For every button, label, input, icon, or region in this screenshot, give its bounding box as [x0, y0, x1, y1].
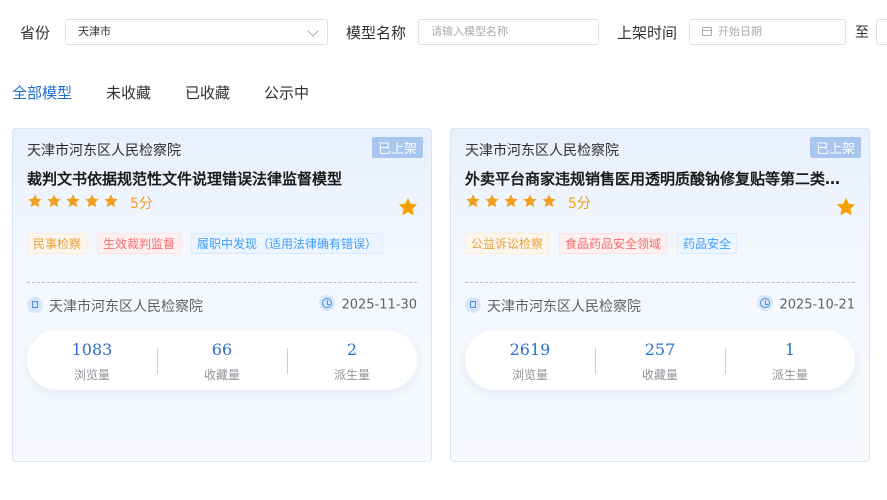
- clock-icon: [319, 295, 336, 311]
- stat-favorites: 66 收藏量: [157, 330, 287, 390]
- start-date-placeholder: 开始日期: [718, 25, 762, 38]
- star-icon: [466, 194, 480, 208]
- stat-value: 66: [211, 340, 233, 359]
- rating-stars: [27, 193, 122, 211]
- card-org: 天津市河东区人民检察院: [27, 143, 181, 159]
- start-date-input[interactable]: 开始日期: [689, 19, 846, 45]
- divider: [27, 282, 417, 283]
- stat-derived: 1 派生量: [725, 330, 855, 390]
- stat-value: 257: [644, 340, 676, 359]
- stat-views: 1083 浏览量: [27, 330, 157, 390]
- stat-label: 浏览量: [73, 368, 110, 382]
- stat-value: 1: [784, 340, 796, 359]
- building-icon: [27, 297, 43, 313]
- stat-label: 派生量: [333, 368, 370, 382]
- model-name-placeholder: 请输入模型名称: [431, 25, 508, 38]
- listed-time-label: 上架时间: [617, 24, 678, 42]
- meta-org: 天津市河东区人民检察院: [27, 296, 203, 316]
- stat-views: 2619 浏览量: [465, 330, 595, 390]
- stat-value: 1083: [71, 340, 113, 359]
- star-icon: [542, 194, 556, 208]
- model-card[interactable]: 天津市河东区人民检察院 已上架 裁判文书依据规范性文件说理错误法律监督模型 5分…: [12, 128, 432, 462]
- favorite-star-icon[interactable]: [835, 196, 857, 218]
- filter-bar: 省份 天津市 模型名称 请输入模型名称 上架时间 开始日期 至: [0, 0, 887, 66]
- card-tags: 公益诉讼检察 食品药品安全领域 药品安全: [465, 233, 747, 254]
- clock-icon: [757, 295, 774, 311]
- stats-panel: 2619 浏览量 257 收藏量 1 派生量: [465, 330, 855, 390]
- card-org: 天津市河东区人民检察院: [465, 143, 619, 159]
- divider: [465, 282, 855, 283]
- meta-date: 2025-11-30: [319, 295, 417, 313]
- card-title[interactable]: 外卖平台商家违规销售医用透明质酸钠修复贴等第二类医疗器械: [465, 168, 855, 189]
- tag: 履职中发现（适用法律确有错误）: [191, 233, 384, 254]
- meta-org-text: 天津市河东区人民检察院: [487, 299, 641, 315]
- date-range-separator: 至: [855, 25, 869, 41]
- meta-date: 2025-10-21: [757, 295, 855, 313]
- star-icon: [485, 194, 499, 208]
- tag: 民事检察: [27, 233, 88, 254]
- star-icon: [85, 194, 99, 208]
- province-select-value: 天津市: [78, 25, 111, 38]
- tab-not-favorited[interactable]: 未收藏: [106, 82, 151, 103]
- tag: 食品药品安全领域: [559, 233, 668, 254]
- meta-org-text: 天津市河东区人民检察院: [49, 299, 203, 315]
- stats-panel: 1083 浏览量 66 收藏量 2 派生量: [27, 330, 417, 390]
- province-select[interactable]: 天津市: [65, 19, 328, 45]
- stat-label: 收藏量: [203, 368, 240, 382]
- card-tags: 民事检察 生效裁判监督 履职中发现（适用法律确有错误）: [27, 233, 393, 254]
- province-label: 省份: [20, 24, 51, 42]
- status-badge: 已上架: [809, 137, 861, 158]
- tab-in-publicity[interactable]: 公示中: [264, 82, 309, 103]
- stat-favorites: 257 收藏量: [595, 330, 725, 390]
- stat-label: 浏览量: [511, 368, 548, 382]
- star-icon: [66, 194, 80, 208]
- meta-date-text: 2025-10-21: [779, 297, 855, 313]
- star-icon: [47, 194, 61, 208]
- model-card[interactable]: 天津市河东区人民检察院 已上架 外卖平台商家违规销售医用透明质酸钠修复贴等第二类…: [450, 128, 870, 462]
- rating-stars: [465, 193, 560, 211]
- stat-derived: 2 派生量: [287, 330, 417, 390]
- end-date-input[interactable]: [876, 19, 887, 45]
- building-icon: [465, 297, 481, 313]
- stat-label: 收藏量: [641, 368, 678, 382]
- stat-value: 2: [346, 340, 358, 359]
- card-title[interactable]: 裁判文书依据规范性文件说理错误法律监督模型: [27, 168, 377, 189]
- stat-value: 2619: [509, 340, 551, 359]
- meta-date-text: 2025-11-30: [341, 297, 417, 313]
- tab-favorited[interactable]: 已收藏: [185, 82, 230, 103]
- meta-org: 天津市河东区人民检察院: [465, 296, 641, 316]
- star-icon: [523, 194, 537, 208]
- rating-score: 5分: [130, 196, 153, 212]
- model-name-input[interactable]: 请输入模型名称: [418, 19, 599, 45]
- calendar-icon: [702, 26, 712, 36]
- tab-all-models[interactable]: 全部模型: [12, 82, 72, 103]
- star-icon: [504, 194, 518, 208]
- model-name-label: 模型名称: [346, 24, 407, 42]
- tag: 生效裁判监督: [97, 233, 182, 254]
- chevron-down-icon: [307, 25, 319, 37]
- status-badge: 已上架: [371, 137, 423, 158]
- favorite-star-icon[interactable]: [397, 196, 419, 218]
- star-icon: [28, 194, 42, 208]
- tag: 公益诉讼检察: [465, 233, 550, 254]
- star-icon: [104, 194, 118, 208]
- stat-label: 派生量: [771, 368, 808, 382]
- tag: 药品安全: [677, 233, 738, 254]
- rating-score: 5分: [568, 196, 591, 212]
